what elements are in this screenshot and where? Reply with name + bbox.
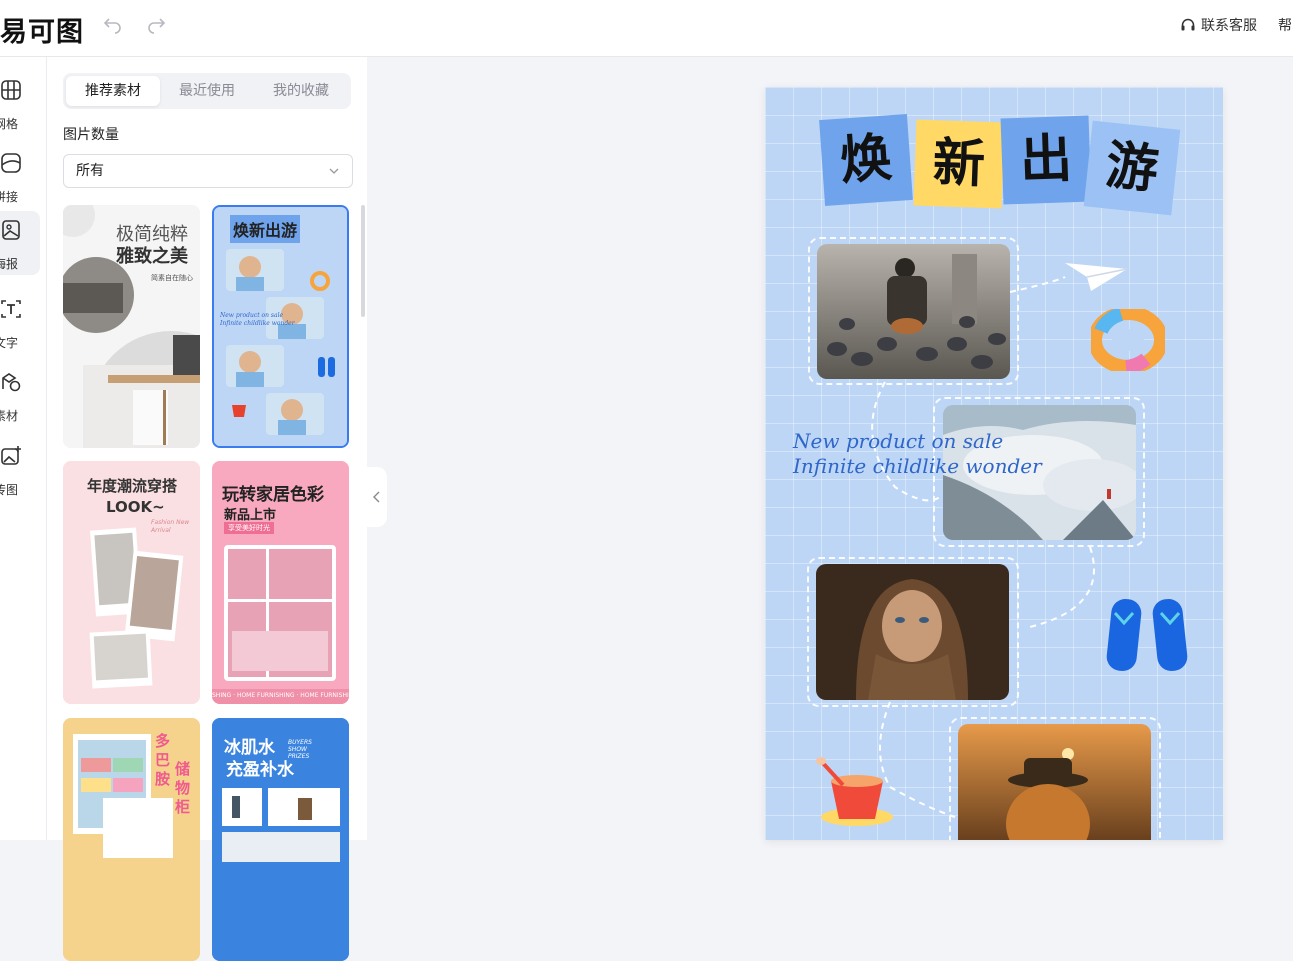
poster-script-text[interactable]: New product on sale Infinite childlike w… — [793, 429, 1042, 479]
redo-icon — [148, 18, 166, 34]
app-logo[interactable]: 易可图 — [0, 10, 84, 49]
card-subtitle: 新品上市 — [224, 508, 277, 523]
swim-ring-icon[interactable] — [1091, 309, 1165, 371]
chevron-down-icon — [329, 168, 339, 174]
rail-item-material[interactable]: 素材 — [0, 363, 40, 427]
rail-label: 网格 — [0, 117, 19, 131]
rail-item-upload[interactable]: 传图 — [0, 437, 40, 501]
rail-label: 海报 — [0, 257, 19, 271]
photo-cat — [958, 724, 1151, 840]
panel-tabs: 推荐素材 最近使用 我的收藏 — [63, 73, 351, 109]
paper-plane-icon[interactable] — [1063, 257, 1129, 293]
poster-photo-musician[interactable] — [817, 244, 1010, 379]
photo-musician — [817, 244, 1010, 379]
card-title: 年度潮流穿搭 — [87, 477, 178, 495]
poster-icon — [2, 220, 20, 240]
poster-canvas[interactable]: 焕 新 出 游 New product on sale Infinite chi… — [765, 87, 1223, 840]
help-button[interactable]: 帮 — [1278, 15, 1292, 35]
chevron-left-icon — [373, 491, 380, 503]
image-count-label: 图片数量 — [63, 127, 119, 143]
card-title: 多巴胺 — [155, 732, 171, 788]
rail-label: 文字 — [0, 336, 19, 350]
image-count-value: 所有 — [76, 163, 104, 179]
card-script-line2: Infinite childlike wonder — [220, 320, 295, 327]
text-icon — [1, 300, 21, 318]
template-card-home[interactable]: 玩转家居色彩 新品上市 享受美好时光 SHING · HOME FURNISHI… — [212, 461, 349, 704]
undo-button[interactable] — [102, 14, 124, 36]
undo-icon — [103, 18, 121, 34]
card-caption: Fashion New Arrival — [151, 519, 190, 534]
panel-scrollbar[interactable] — [361, 205, 365, 317]
upload-image-icon — [1, 446, 21, 465]
photo-portrait — [816, 564, 1009, 700]
rail-label: 素材 — [0, 409, 19, 423]
collapse-panel-button[interactable] — [367, 467, 387, 527]
rail-item-text[interactable]: 文字 — [0, 290, 40, 354]
poster-script-line1: New product on sale — [793, 429, 1004, 453]
card-script-line1: New product on sale — [220, 312, 284, 319]
card-script: New product on sale Infinite childlike w… — [220, 312, 295, 328]
rail-item-grid[interactable]: 网格 — [0, 71, 40, 135]
template-card-fashion[interactable]: 年度潮流穿搭 LOOK~ Fashion New Arrival — [63, 461, 200, 704]
card-subtitle: LOOK~ — [106, 498, 165, 516]
redo-button[interactable] — [145, 14, 167, 36]
sand-bucket-icon[interactable] — [813, 755, 897, 831]
poster-photo-cat[interactable] — [958, 724, 1151, 840]
image-count-select[interactable]: 所有 — [63, 154, 353, 188]
rail-label: 拼接 — [0, 190, 19, 204]
tab-favorites[interactable]: 我的收藏 — [254, 76, 348, 106]
card-subtitle: 储物柜 — [175, 760, 191, 816]
card-title: 焕新出游 — [230, 215, 334, 243]
collage-icon — [1, 153, 21, 173]
material-panel: 推荐素材 最近使用 我的收藏 图片数量 所有 极简纯粹 雅致之美 简素自在随心 — [47, 57, 367, 961]
rail-label: 传图 — [0, 483, 19, 497]
card-title-text: 焕新出游 — [230, 215, 301, 243]
tab-recent[interactable]: 最近使用 — [160, 76, 254, 106]
flip-flops-icon[interactable] — [1105, 593, 1189, 677]
card-subtitle: 雅致之美 — [116, 246, 188, 267]
poster-script-line2: Infinite childlike wonder — [793, 454, 1042, 478]
contact-service-button[interactable]: 联系客服 — [1180, 15, 1257, 35]
template-card-travel[interactable]: 焕新出游 New product on sale Infinite childl… — [212, 205, 349, 448]
card-footer: SHING · HOME FURNISHING · HOME FURNISHI — [212, 692, 349, 699]
rail-item-collage[interactable]: 拼接 — [0, 144, 40, 208]
grid-icon — [1, 80, 21, 100]
contact-service-label: 联系客服 — [1201, 18, 1257, 34]
card-caption: 简素自在随心 — [151, 274, 193, 282]
headset-icon — [1181, 18, 1195, 31]
card-subtitle: 充盈补水 — [226, 760, 294, 780]
template-card-kitchen[interactable]: 极简纯粹 雅致之美 简素自在随心 — [63, 205, 200, 448]
card-title: 玩转家居色彩 — [222, 485, 324, 505]
material-icon — [2, 373, 21, 392]
card-caption: BUYERS SHOW PRIZES — [288, 739, 312, 760]
card-caption: 享受美好时光 — [224, 522, 274, 534]
tab-recommended[interactable]: 推荐素材 — [66, 76, 160, 106]
poster-photo-portrait[interactable] — [816, 564, 1009, 700]
top-bar: 易可图 联系客服 帮 — [0, 0, 1293, 57]
rail-item-poster[interactable]: 海报 — [0, 211, 40, 275]
left-rail: 网格 拼接 海报 文字 素材 传图 — [0, 57, 47, 840]
